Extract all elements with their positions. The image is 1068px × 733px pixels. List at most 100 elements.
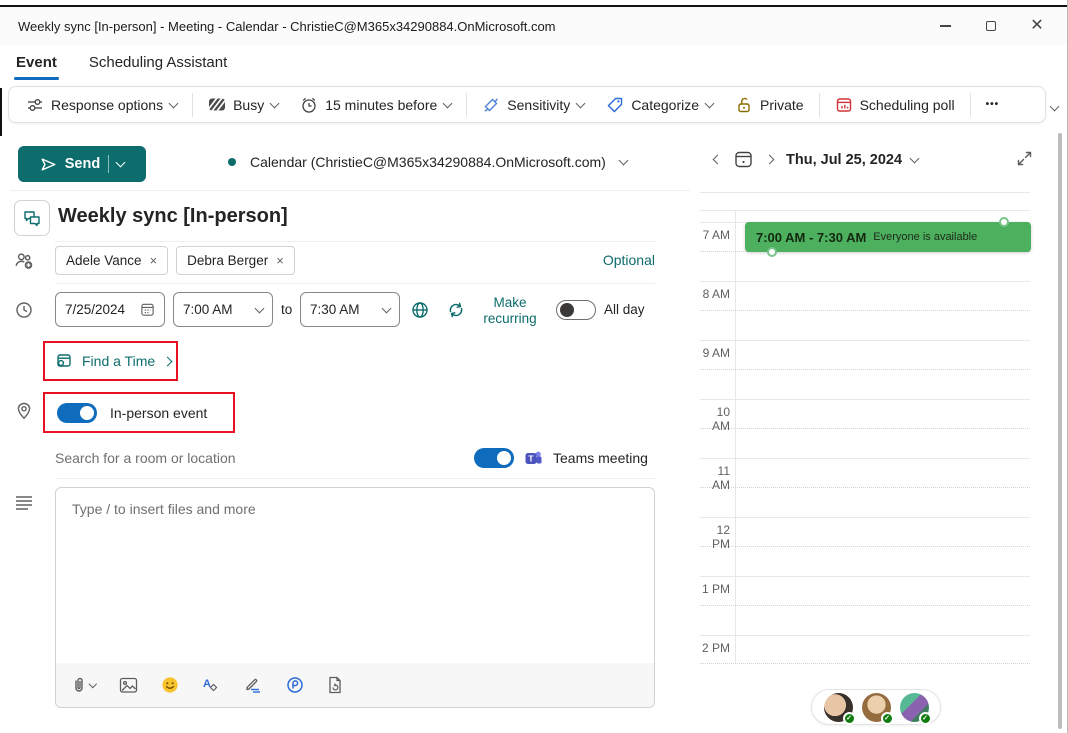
grid-line	[700, 340, 1030, 341]
send-icon	[40, 156, 57, 173]
attach-file-button[interactable]	[72, 676, 96, 694]
availability-event-block[interactable]: 7:00 AM - 7:30 AM Everyone is available	[745, 222, 1031, 252]
loop-component-button[interactable]	[286, 676, 304, 694]
close-button[interactable]: ✕	[1014, 7, 1060, 45]
formatting-options-button[interactable]: A	[202, 676, 220, 694]
scheduling-poll-button[interactable]: Scheduling poll	[824, 91, 966, 119]
start-time-field[interactable]: 7:00 AM	[173, 292, 273, 327]
calendar-day-icon[interactable]	[734, 150, 753, 169]
maximize-button[interactable]	[968, 7, 1014, 45]
remove-attendee-icon[interactable]: ×	[276, 253, 284, 268]
in-person-toggle[interactable]	[57, 403, 97, 423]
scheduling-poll-label: Scheduling poll	[860, 97, 955, 113]
tab-event-label: Event	[16, 54, 57, 71]
timezone-globe-icon[interactable]	[410, 300, 430, 320]
send-options-chevron-icon[interactable]	[116, 158, 126, 168]
room-location-input[interactable]	[55, 447, 395, 469]
collapse-ribbon-icon[interactable]	[1050, 102, 1060, 112]
emoji-button[interactable]	[161, 676, 179, 694]
remove-attendee-icon[interactable]: ×	[150, 253, 158, 268]
minimize-button[interactable]	[922, 7, 968, 45]
insert-image-button[interactable]	[119, 677, 138, 694]
private-label: Private	[760, 97, 804, 113]
end-time-field[interactable]: 7:30 AM	[300, 292, 400, 327]
event-availability-status: Everyone is available	[873, 231, 977, 243]
ribbon-overflow-button[interactable]: •••	[975, 91, 1011, 119]
annotation-box-find-a-time: Find a Time	[43, 341, 178, 381]
calendar-selector[interactable]: Calendar (ChristieC@M365x34290884.OnMicr…	[228, 154, 627, 170]
sensitivity-icon	[482, 96, 500, 114]
preview-date-selector[interactable]: Thu, Jul 25, 2024	[786, 152, 918, 168]
toggle-knob	[80, 406, 94, 420]
grid-line	[700, 192, 1030, 193]
find-a-time-link[interactable]: Find a Time	[55, 343, 171, 379]
attendee-avatar[interactable]: ✓	[824, 693, 853, 722]
overflow-icon: •••	[986, 99, 1000, 110]
sensitivity-button[interactable]: Sensitivity	[471, 91, 595, 119]
draw-pen-button[interactable]	[243, 676, 263, 694]
event-resize-handle-top[interactable]	[999, 217, 1009, 227]
svg-text:A: A	[203, 678, 211, 690]
tab-event[interactable]: Event	[14, 48, 59, 80]
grid-line	[700, 663, 1030, 664]
attendee-availability-pill: ✓ ✓ ✓	[811, 689, 941, 725]
titlebar: Weekly sync [In-person] - Meeting - Cale…	[0, 7, 1068, 45]
show-as-busy-button[interactable]: Busy	[197, 91, 289, 119]
busy-label: Busy	[233, 97, 264, 113]
hour-label: 9 AM	[700, 346, 730, 360]
event-resize-handle-bottom[interactable]	[767, 247, 777, 257]
attendee-chip[interactable]: Adele Vance ×	[55, 246, 168, 275]
optional-attendees-link[interactable]: Optional	[600, 252, 655, 268]
chevron-down-icon	[255, 303, 265, 313]
attendee-avatar[interactable]: ✓	[862, 693, 891, 722]
hour-label: 10 AM	[700, 405, 730, 433]
recurring-icon[interactable]	[446, 300, 466, 320]
start-time-value: 7:00 AM	[183, 302, 233, 317]
grid-line	[700, 605, 1030, 606]
tab-strip: Event Scheduling Assistant	[14, 48, 229, 80]
minimize-icon	[940, 25, 951, 27]
response-options-icon	[26, 96, 44, 114]
window-title: Weekly sync [In-person] - Meeting - Cale…	[18, 19, 556, 34]
lock-open-icon	[735, 96, 753, 114]
expand-preview-icon[interactable]	[1016, 150, 1033, 167]
reminder-label: 15 minutes before	[325, 97, 437, 113]
sensitivity-label: Sensitivity	[507, 97, 570, 113]
private-button[interactable]: Private	[724, 91, 815, 119]
grid-line	[700, 310, 1030, 311]
grid-line	[700, 635, 1030, 636]
find-a-time-label: Find a Time	[82, 353, 155, 369]
attendee-chip[interactable]: Debra Berger ×	[176, 246, 295, 275]
event-time-range: 7:00 AM - 7:30 AM	[756, 230, 866, 245]
hour-label: 8 AM	[700, 287, 730, 301]
insert-document-button[interactable]	[327, 676, 343, 694]
meeting-type-icon-box	[14, 200, 50, 236]
response-options-label: Response options	[51, 97, 163, 113]
all-day-toggle[interactable]	[556, 300, 596, 320]
send-button[interactable]: Send	[18, 146, 146, 182]
grid-line	[700, 576, 1030, 577]
attendee-chips: Adele Vance × Debra Berger ×	[55, 246, 295, 275]
teams-meeting-label: Teams meeting	[553, 450, 648, 466]
calendar-color-dot	[228, 158, 236, 166]
previous-day-icon[interactable]	[713, 155, 723, 165]
make-recurring-link[interactable]: Make recurring	[477, 295, 543, 327]
event-title[interactable]: Weekly sync [In-person]	[58, 205, 288, 228]
start-date-field[interactable]: 7/25/2024	[55, 292, 165, 327]
ribbon-separator	[970, 93, 971, 117]
response-options-button[interactable]: Response options	[15, 91, 188, 119]
hour-label: 2 PM	[700, 641, 730, 655]
categorize-button[interactable]: Categorize	[595, 91, 724, 119]
clock-icon	[14, 300, 34, 320]
teams-meeting-toggle[interactable]	[474, 448, 514, 468]
chevron-down-icon	[576, 98, 586, 108]
reminder-button[interactable]: 15 minutes before	[289, 91, 462, 119]
description-editor[interactable]: Type / to insert files and more A	[55, 487, 655, 708]
tab-scheduling-assistant[interactable]: Scheduling Assistant	[87, 48, 229, 80]
preview-scrollbar[interactable]	[1058, 133, 1062, 729]
date-picker-icon[interactable]	[140, 302, 155, 317]
grid-line	[700, 487, 1030, 488]
next-day-icon[interactable]	[765, 155, 775, 165]
attendee-avatar[interactable]: ✓	[900, 693, 929, 722]
to-label: to	[281, 302, 292, 317]
